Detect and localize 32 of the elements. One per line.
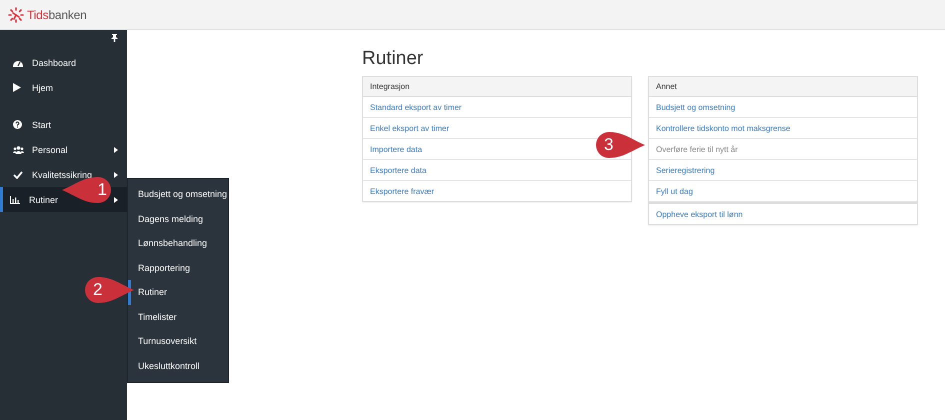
page-title: Rutiner: [362, 48, 424, 70]
submenu-item[interactable]: Turnusoversikt: [128, 329, 228, 354]
panel-link[interactable]: Eksportere data: [363, 160, 631, 181]
sidebar-item[interactable]: Start: [0, 112, 127, 137]
users-icon: [13, 146, 24, 154]
submenu-item[interactable]: Lønnsbehandling: [128, 231, 228, 256]
submenu-item[interactable]: Rapportering: [128, 256, 228, 280]
panel-heading: Integrasjon: [363, 77, 631, 97]
logo-icon: [8, 6, 24, 22]
sidebar-item[interactable]: Personal: [0, 137, 127, 162]
panel-link[interactable]: Oppheve eksport til lønn: [649, 202, 917, 224]
submenu-item[interactable]: Timelister: [128, 304, 228, 329]
panel-link[interactable]: Serieregistrering: [649, 160, 917, 181]
panel-link[interactable]: Fyll ut dag: [649, 181, 917, 202]
check-icon: [13, 170, 23, 178]
bar-chart-icon: [10, 196, 20, 204]
dashboard-icon: [13, 58, 23, 66]
question-icon: [13, 120, 22, 129]
submenu-item[interactable]: Dagens melding: [128, 206, 228, 231]
panel-link[interactable]: Budsjett og omsetning: [649, 97, 917, 118]
sidebar-item[interactable]: Hjem: [0, 75, 127, 100]
panel-heading: Annet: [649, 77, 917, 97]
pin-icon[interactable]: [111, 34, 118, 42]
play-icon: [13, 83, 21, 92]
logo: Tidsbanken: [27, 8, 87, 22]
submenu-item[interactable]: Budsjett og omsetning: [128, 182, 228, 206]
submenu-item[interactable]: Ukesluttkontroll: [128, 354, 228, 378]
panel-link[interactable]: Standard eksport av timer: [363, 97, 631, 118]
panel-link[interactable]: Kontrollere tidskonto mot maksgrense: [649, 118, 917, 139]
panel-link: Overføre ferie til nytt år: [649, 139, 917, 160]
sidebar-item[interactable]: Dashboard: [0, 50, 127, 75]
panel-link[interactable]: Eksportere fravær: [363, 181, 631, 201]
